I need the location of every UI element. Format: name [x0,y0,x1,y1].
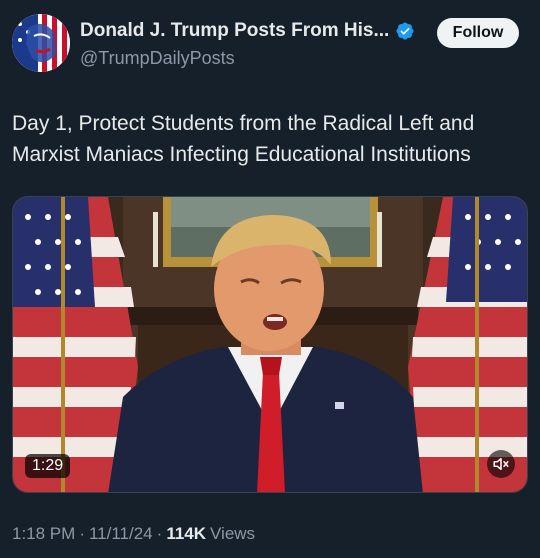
views-label: Views [210,524,256,543]
avatar-image [12,14,70,72]
meta-separator: · [156,524,163,543]
verified-badge-icon[interactable] [395,21,415,41]
video-player[interactable]: 1:29 [12,196,528,493]
post-time[interactable]: 1:18 PM [12,524,75,544]
meta-separator: · [79,524,85,543]
post-text: Day 1, Protect Students from the Radical… [12,112,475,166]
avatar[interactable] [12,14,70,72]
author-display-name[interactable]: Donald J. Trump Posts From His... [80,20,389,42]
author-handle[interactable]: @TrumpDailyPosts [80,48,235,69]
post-meta: 1:18 PM · 11/11/24 · 114K Views [12,524,255,544]
video-frame [13,197,527,492]
follow-button[interactable]: Follow [437,18,519,48]
speaker-muted-icon [493,458,509,470]
author-name-row: Donald J. Trump Posts From His... [80,20,415,42]
mute-button[interactable] [487,450,515,478]
views-count: 114K [166,524,207,543]
video-duration: 1:29 [25,454,71,478]
post-date[interactable]: 11/11/24 [89,524,153,544]
